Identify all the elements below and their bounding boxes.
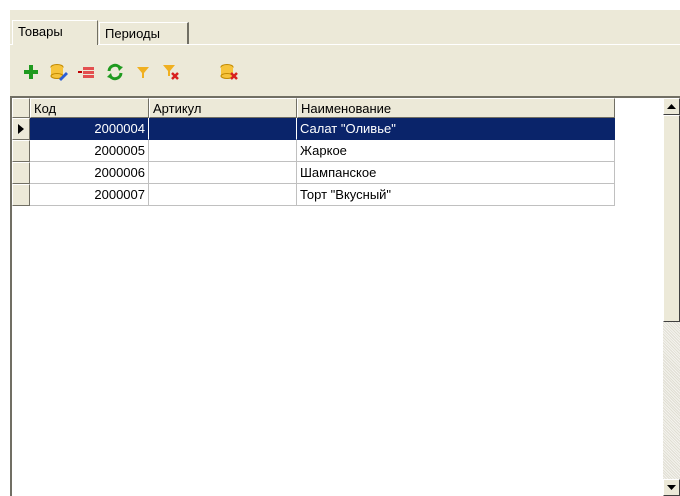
cell-code[interactable]: 2000006 [30,162,149,184]
row-indicator[interactable] [12,184,30,206]
cell-name[interactable]: Жаркое [297,140,615,162]
cell-code[interactable]: 2000004 [30,118,149,140]
cell-article[interactable] [149,118,297,140]
delete-db-icon [220,64,238,80]
scroll-up-button[interactable] [663,98,680,115]
table-row[interactable]: 2000005 Жаркое [12,140,615,162]
row-indicator[interactable] [12,140,30,162]
column-header-article[interactable]: Артикул [149,98,297,118]
tab-goods[interactable]: Товары [12,20,98,45]
table-row[interactable]: 2000007 Торт "Вкусный" [12,184,615,206]
cell-code[interactable]: 2000005 [30,140,149,162]
filter-button[interactable] [133,62,153,82]
delete-button[interactable] [77,62,97,82]
column-header-code[interactable]: Код [30,98,149,118]
current-row-arrow-icon [18,124,24,134]
refresh-button[interactable] [105,62,125,82]
row-indicator[interactable] [12,162,30,184]
edit-db-icon [50,64,68,81]
main-window: Товары Периоды Код Артикул Наименование … [10,10,680,496]
arrow-down-icon [667,485,676,490]
arrow-up-icon [667,104,676,109]
filter-icon [137,67,149,78]
cell-name[interactable]: Торт "Вкусный" [297,184,615,206]
cell-name[interactable]: Салат "Оливье" [297,118,615,140]
table-row[interactable]: 2000004 Салат "Оливье" [12,118,615,140]
delete-db-button[interactable] [220,62,240,82]
goods-grid[interactable]: Код Артикул Наименование 2000004 Салат "… [10,96,680,496]
edit-button[interactable] [49,62,69,82]
indicator-header [12,98,30,118]
cell-article[interactable] [149,184,297,206]
cell-code[interactable]: 2000007 [30,184,149,206]
cell-name[interactable]: Шампанское [297,162,615,184]
clear-filter-icon [163,65,179,80]
column-header-name[interactable]: Наименование [297,98,615,118]
scroll-down-button[interactable] [663,479,680,496]
refresh-icon [107,63,123,81]
tab-divider [10,44,680,45]
add-button[interactable] [21,62,41,82]
vertical-scrollbar[interactable] [663,98,680,496]
table-row[interactable]: 2000006 Шампанское [12,162,615,184]
scroll-thumb[interactable] [663,115,680,322]
row-indicator[interactable] [12,118,30,140]
tab-periods[interactable]: Периоды [99,22,189,44]
add-icon [24,65,38,79]
cell-article[interactable] [149,162,297,184]
clear-filter-button[interactable] [161,62,181,82]
cell-article[interactable] [149,140,297,162]
delete-icon [78,67,94,78]
